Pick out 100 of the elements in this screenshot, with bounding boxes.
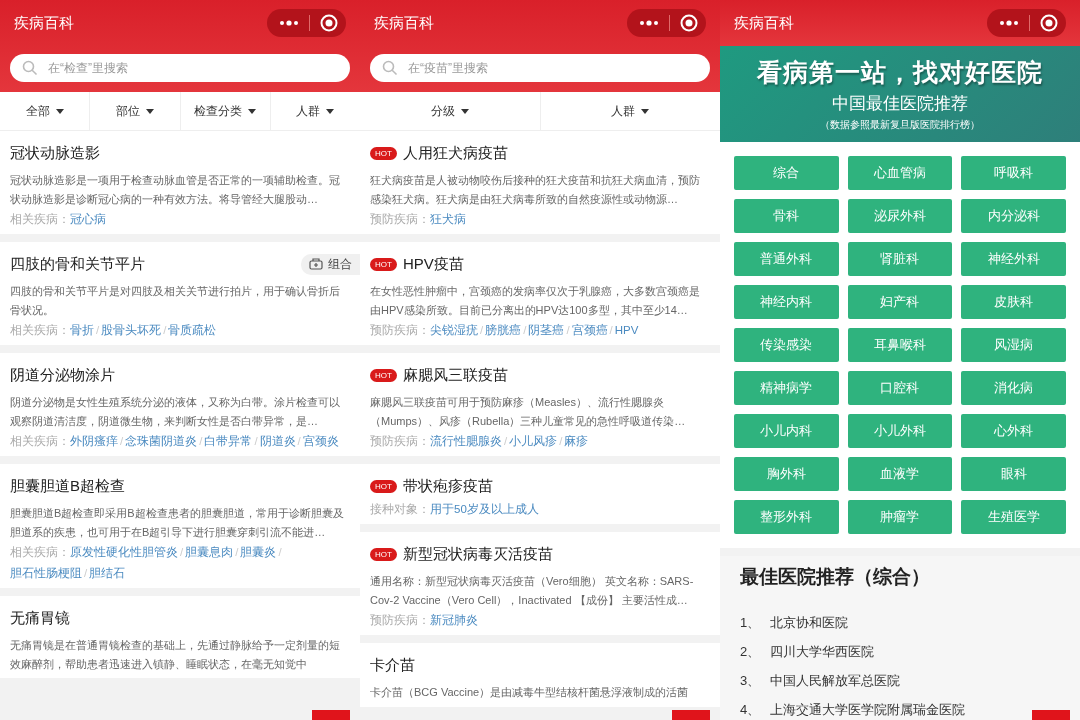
department-button[interactable]: 肿瘤学 bbox=[847, 500, 953, 534]
department-button[interactable]: 综合 bbox=[734, 156, 839, 190]
disease-link[interactable]: 原发性硬化性胆管炎 bbox=[70, 546, 178, 558]
department-button[interactable]: 泌尿外科 bbox=[847, 199, 953, 233]
department-button[interactable]: 普通外科 bbox=[734, 242, 839, 276]
hospital-link[interactable]: 中国人民解放军总医院 bbox=[770, 671, 901, 690]
disease-link[interactable]: 骨折 bbox=[70, 324, 94, 336]
hot-badge: HOT bbox=[370, 368, 397, 382]
disease-link[interactable]: 狂犬病 bbox=[430, 213, 466, 225]
filter-dropdown[interactable]: 全部 bbox=[0, 92, 91, 130]
disease-link[interactable]: 膀胱癌 bbox=[485, 324, 522, 336]
department-button[interactable]: 心外科 bbox=[961, 414, 1066, 448]
disease-link[interactable]: 胆囊息肉 bbox=[185, 546, 234, 558]
hot-badge: HOT bbox=[370, 479, 397, 493]
hospital-link[interactable]: 北京协和医院 bbox=[770, 613, 849, 632]
related-label: 相关疾病： bbox=[10, 213, 70, 225]
separator: / bbox=[480, 324, 484, 336]
disease-link[interactable]: 新冠肺炎 bbox=[430, 614, 478, 626]
separator: / bbox=[559, 435, 563, 447]
rank-number: 2、 bbox=[740, 642, 761, 661]
department-button[interactable]: 小儿外科 bbox=[847, 414, 953, 448]
list-card[interactable]: 四肢的骨和关节平片 组合 四肢的骨和关节平片是对四肢及相关关节进行拍片，用于确认骨折后骨状况。 相关疾病：骨折 / 股骨头坏死 / 骨质疏松 bbox=[0, 242, 360, 345]
department-button[interactable]: 内分泌科 bbox=[961, 199, 1066, 233]
list-card[interactable]: HOT 带状疱疹疫苗 接种对象：用于50岁及以上成人 bbox=[360, 464, 720, 524]
list-card[interactable]: HOT 麻腮风三联疫苗 麻腮风三联疫苗可用于预防麻疹（Measles）、流行性腮腺炎（Mumps）、风疹（Rubella）三种儿童常见的急性呼吸道传染… 预防疾病：流行性腮腺炎 / 小儿风疹 / 麻疹 bbox=[360, 353, 720, 456]
department-button[interactable]: 整形外科 bbox=[734, 500, 839, 534]
disease-link[interactable]: 白带异常 bbox=[204, 435, 253, 447]
list-card[interactable]: HOT 新型冠状病毒灭活疫苗 通用名称：新型冠状病毒灭活疫苗（Vero细胞） 英文名称：SARS-Cov-2 Vaccine（Vero Cell），Inactivated 【成份】 主要活性成… 预防疾病：新冠肺炎 bbox=[360, 532, 720, 635]
disease-link[interactable]: 胆结石 bbox=[89, 567, 126, 579]
disease-link[interactable]: 麻疹 bbox=[564, 435, 589, 447]
department-button[interactable]: 风湿病 bbox=[961, 328, 1066, 362]
separator: / bbox=[96, 324, 100, 336]
filter-dropdown[interactable]: 分级 bbox=[360, 92, 541, 130]
department-button[interactable]: 胸外科 bbox=[734, 457, 839, 491]
department-button[interactable]: 神经内科 bbox=[734, 285, 839, 319]
list-card[interactable]: 胆囊胆道B超检查 胆囊胆道B超检查即采用B超检查患者的胆囊胆道，常用于诊断胆囊及胆道系的疾患，也可用于在B超引导下进行胆囊穿刺引流不能进… 相关疾病：原发性硬化性胆管炎 / 胆囊息肉 / 胆囊炎 / 胆石性肠梗阻 / 胆结石 bbox=[0, 464, 360, 588]
list-card[interactable]: HOT 人用狂犬病疫苗 狂犬病疫苗是人被动物咬伤后接种的狂犬疫苗和抗狂犬病血清，预防感染狂犬病。狂犬病是由狂犬病毒所致的自然疫源性或动物源… 预防疾病：狂犬病 bbox=[360, 131, 720, 234]
department-button[interactable]: 传染感染 bbox=[734, 328, 839, 362]
list-card[interactable]: 冠状动脉造影 冠状动脉造影是一项用于检查动脉血管是否正常的一项辅助检查。冠状动脉造影是诊断冠心病的一种有效方法。将导管经大腿股动… 相关疾病：冠心病 bbox=[0, 131, 360, 234]
list-card[interactable]: HOT HPV疫苗 在女性恶性肿瘤中，宫颈癌的发病率仅次于乳腺癌，大多数宫颈癌是由HPV感染所致。目前已分离出的HPV达100多型，其中至少14… 预防疾病：尖锐湿疣 / 膀胱癌 / 阴茎癌 / 宫颈癌 / HPV bbox=[360, 242, 720, 345]
disease-link[interactable]: 流行性腮腺炎 bbox=[430, 435, 502, 447]
disease-link[interactable]: 尖锐湿疣 bbox=[430, 324, 478, 336]
rank-number: 4、 bbox=[740, 700, 761, 719]
search-icon bbox=[22, 60, 38, 76]
list-card[interactable]: 阴道分泌物涂片 阴道分泌物是女性生殖系统分泌的液体，又称为白带。涂片检查可以观察阴道清洁度，阴道微生物，来判断女性是否白带异常，是… 相关疾病：外阴瘙痒 / 念珠菌阴道炎 / 白带异常 / 阴道炎 / 宫颈炎 bbox=[0, 353, 360, 456]
disease-link[interactable]: 胆石性肠梗阻 bbox=[10, 567, 82, 579]
department-button[interactable]: 神经外科 bbox=[961, 242, 1066, 276]
department-button[interactable]: 肾脏科 bbox=[847, 242, 953, 276]
item-title: 带状疱疹疫苗 bbox=[402, 476, 493, 496]
ranking-title: 最佳医院推荐（综合） bbox=[740, 565, 931, 589]
banner-note: （数据参照最新复旦版医院排行榜） bbox=[820, 118, 980, 132]
list-card[interactable]: 无痛胃镜 无痛胃镜是在普通胃镜检查的基础上，先通过静脉给予一定剂量的短效麻醉剂，帮助患者迅速进入镇静、睡眠状态，在毫无知觉中 bbox=[0, 596, 360, 678]
disease-link[interactable]: 念珠菌阴道炎 bbox=[125, 435, 198, 447]
disease-link[interactable]: 宫颈炎 bbox=[302, 435, 339, 447]
hospital-link[interactable]: 四川大学华西医院 bbox=[770, 642, 875, 661]
hospital-link[interactable]: 上海交通大学医学院附属瑞金医院 bbox=[770, 700, 966, 719]
related-label: 接种对象： bbox=[370, 503, 430, 515]
related-label: 预防疾病： bbox=[370, 213, 430, 225]
hot-badge: HOT bbox=[370, 547, 397, 561]
disease-link[interactable]: 宫颈癌 bbox=[571, 324, 608, 336]
department-button[interactable]: 呼吸科 bbox=[961, 156, 1066, 190]
disease-link[interactable]: 外阴瘙痒 bbox=[70, 435, 118, 447]
department-button[interactable]: 精神病学 bbox=[734, 371, 839, 405]
search-icon bbox=[382, 60, 398, 76]
filter-dropdown[interactable]: 部位 bbox=[90, 92, 181, 130]
disease-link[interactable]: 股骨头坏死 bbox=[101, 324, 162, 336]
separator: / bbox=[609, 324, 613, 336]
department-button[interactable]: 小儿内科 bbox=[734, 414, 839, 448]
disease-link[interactable]: 冠心病 bbox=[70, 213, 106, 225]
related-label: 预防疾病： bbox=[370, 435, 430, 447]
caret-icon bbox=[248, 108, 257, 114]
item-description: 麻腮风三联疫苗可用于预防麻疹（Measles）、流行性腮腺炎（Mumps）、风疹（Rubella）三种儿童常见的急性呼吸道传染… bbox=[370, 395, 687, 429]
search-field[interactable]: 在“疫苗”里搜索 bbox=[370, 54, 710, 82]
filter-dropdown[interactable]: 人群 bbox=[270, 92, 360, 130]
department-button[interactable]: 眼科 bbox=[961, 457, 1066, 491]
department-button[interactable]: 口腔科 bbox=[847, 371, 953, 405]
disease-link[interactable]: 用于50岁及以上成人 bbox=[430, 503, 539, 515]
department-button[interactable]: 生殖医学 bbox=[961, 500, 1066, 534]
banner-headline: 看病第一站，找对好医院 bbox=[757, 57, 1043, 88]
more-icon[interactable] bbox=[999, 19, 1019, 27]
more-icon[interactable] bbox=[279, 19, 299, 27]
search-field[interactable]: 在“检查”里搜索 bbox=[10, 54, 350, 82]
department-button[interactable]: 消化病 bbox=[961, 371, 1066, 405]
filter-dropdown[interactable]: 检查分类 bbox=[180, 92, 271, 130]
department-button[interactable]: 血液学 bbox=[847, 457, 953, 491]
disease-link[interactable]: 胆囊炎 bbox=[240, 546, 277, 558]
department-button[interactable]: 皮肤科 bbox=[961, 285, 1066, 319]
department-button[interactable]: 心血管病 bbox=[847, 156, 953, 190]
list-card[interactable]: 卡介苗 卡介苗（BCG Vaccine）是由减毒牛型结核杆菌悬浮液制成的活菌 bbox=[360, 643, 720, 707]
disease-link[interactable]: 阴茎癌 bbox=[528, 324, 565, 336]
disease-link[interactable]: 骨质疏松 bbox=[168, 324, 217, 336]
disease-link[interactable]: 阴道炎 bbox=[259, 435, 296, 447]
department-button[interactable]: 妇产科 bbox=[847, 285, 953, 319]
department-button[interactable]: 耳鼻喉科 bbox=[847, 328, 953, 362]
disease-link[interactable]: HPV bbox=[614, 324, 639, 336]
filter-dropdown[interactable]: 人群 bbox=[540, 92, 720, 130]
department-button[interactable]: 骨科 bbox=[734, 199, 839, 233]
more-icon[interactable] bbox=[639, 19, 659, 27]
disease-link[interactable]: 小儿风疹 bbox=[509, 435, 558, 447]
item-title: 麻腮风三联疫苗 bbox=[402, 365, 508, 385]
